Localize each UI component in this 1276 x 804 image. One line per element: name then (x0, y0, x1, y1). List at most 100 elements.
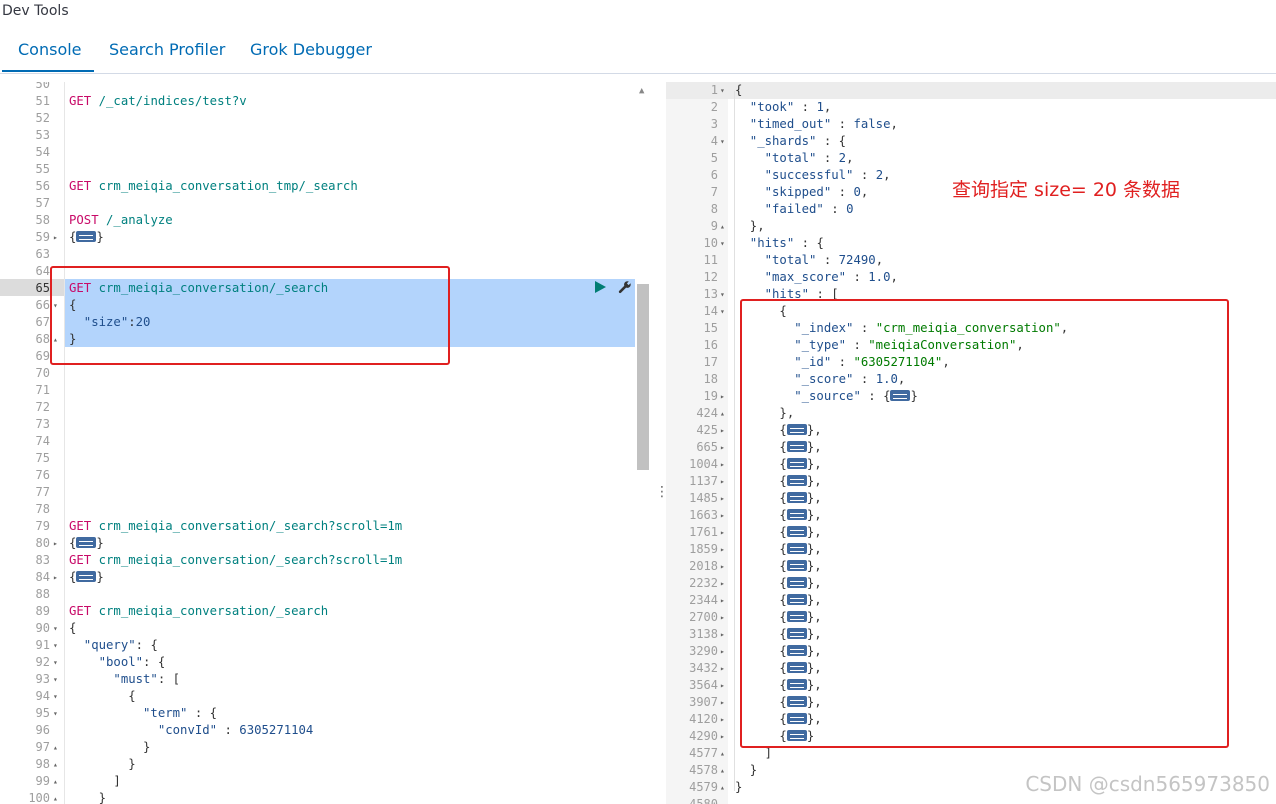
editor-line[interactable]: 93 ▾ "must": [ (0, 671, 652, 688)
editor-line[interactable]: 89 GET crm_meiqia_conversation/_search (0, 603, 652, 620)
fold-toggle-icon[interactable]: ▴ (720, 405, 725, 422)
response-line[interactable]: 8 "failed" : 0 (666, 201, 1276, 218)
response-line[interactable]: 9 ▴ }, (666, 218, 1276, 235)
fold-toggle-icon[interactable]: ▾ (720, 133, 725, 150)
fold-toggle-icon[interactable]: ▾ (53, 637, 58, 654)
editor-line[interactable]: 58 POST /_analyze (0, 212, 652, 229)
fold-toggle-icon[interactable]: ▸ (720, 728, 725, 745)
fold-toggle-icon[interactable]: ▸ (720, 422, 725, 439)
editor-line[interactable]: 77 (0, 484, 652, 501)
fold-toggle-icon[interactable]: ▾ (720, 286, 725, 303)
editor-line[interactable]: 57 (0, 195, 652, 212)
fold-toggle-icon[interactable]: ▸ (720, 490, 725, 507)
response-line[interactable]: 4580 (666, 796, 1276, 804)
fold-toggle-icon[interactable]: ▾ (53, 620, 58, 637)
response-line[interactable]: 11 "total" : 72490, (666, 252, 1276, 269)
fold-toggle-icon[interactable]: ▸ (53, 229, 58, 246)
code-token: { (69, 621, 77, 635)
fold-toggle-icon[interactable]: ▴ (720, 779, 725, 796)
editor-line[interactable]: 94 ▾ { (0, 688, 652, 705)
fold-toggle-icon[interactable]: ▸ (720, 388, 725, 405)
fold-toggle-icon[interactable]: ▾ (720, 82, 725, 99)
response-line[interactable]: 2 "took" : 1, (666, 99, 1276, 116)
fold-toggle-icon[interactable]: ▸ (720, 711, 725, 728)
response-line[interactable]: 12 "max_score" : 1.0, (666, 269, 1276, 286)
fold-toggle-icon[interactable]: ▸ (53, 569, 58, 586)
editor-line[interactable]: 51 GET /_cat/indices/test?v (0, 93, 652, 110)
tab-console[interactable]: Console (18, 40, 82, 59)
editor-line[interactable]: 70 (0, 365, 652, 382)
response-line[interactable]: 3 "timed_out" : false, (666, 116, 1276, 133)
fold-toggle-icon[interactable]: ▸ (720, 694, 725, 711)
fold-toggle-icon[interactable]: ▸ (720, 558, 725, 575)
editor-line[interactable]: 83 GET crm_meiqia_conversation/_search?sc… (0, 552, 652, 569)
editor-line[interactable]: 75 (0, 450, 652, 467)
editor-line[interactable]: 72 (0, 399, 652, 416)
fold-toggle-icon[interactable]: ▸ (720, 507, 725, 524)
code-token: { (69, 689, 136, 703)
response-line[interactable]: 5 "total" : 2, (666, 150, 1276, 167)
fold-toggle-icon[interactable]: ▸ (720, 626, 725, 643)
fold-toggle-icon[interactable]: ▸ (720, 524, 725, 541)
fold-toggle-icon[interactable]: ▸ (720, 541, 725, 558)
fold-toggle-icon[interactable]: ▸ (720, 677, 725, 694)
fold-toggle-icon[interactable]: ▾ (720, 303, 725, 320)
editor-line[interactable]: 98 ▴ } (0, 756, 652, 773)
editor-line[interactable]: 97 ▴ } (0, 739, 652, 756)
request-editor[interactable]: ▲ 50 51 GET /_cat/indices/test?v 52 53 54 55 56… (0, 82, 652, 804)
fold-toggle-icon[interactable]: ▸ (720, 609, 725, 626)
editor-line[interactable]: 74 (0, 433, 652, 450)
editor-line[interactable]: 96 "convId" : 6305271104 (0, 722, 652, 739)
response-line[interactable]: 1 ▾ { (666, 82, 1276, 99)
editor-line[interactable]: 84 ▸ {} (0, 569, 652, 586)
fold-toggle-icon[interactable]: ▾ (53, 688, 58, 705)
fold-toggle-icon[interactable]: ▸ (720, 575, 725, 592)
fold-toggle-icon[interactable]: ▴ (720, 745, 725, 762)
editor-line[interactable]: 56 GET crm_meiqia_conversation_tmp/_searc… (0, 178, 652, 195)
response-line[interactable]: 4 ▾ "_shards" : { (666, 133, 1276, 150)
editor-line[interactable]: 71 (0, 382, 652, 399)
response-line[interactable]: 10 ▾ "hits" : { (666, 235, 1276, 252)
collapsed-block-icon[interactable] (76, 571, 97, 582)
editor-line[interactable]: 52 (0, 110, 652, 127)
fold-toggle-icon[interactable]: ▴ (720, 218, 725, 235)
editor-line[interactable]: 63 (0, 246, 652, 263)
fold-toggle-icon[interactable]: ▴ (53, 739, 58, 756)
fold-toggle-icon[interactable]: ▴ (53, 773, 58, 790)
fold-toggle-icon[interactable]: ▴ (720, 762, 725, 779)
editor-line[interactable]: 95 ▾ "term" : { (0, 705, 652, 722)
editor-line[interactable]: 80 ▸ {} (0, 535, 652, 552)
editor-line[interactable]: 54 (0, 144, 652, 161)
editor-line[interactable]: 53 (0, 127, 652, 144)
fold-toggle-icon[interactable]: ▸ (720, 473, 725, 490)
editor-line[interactable]: 78 (0, 501, 652, 518)
editor-line[interactable]: 90 ▾ { (0, 620, 652, 637)
fold-toggle-icon[interactable]: ▸ (720, 592, 725, 609)
editor-line[interactable]: 59 ▸ {} (0, 229, 652, 246)
editor-line[interactable]: 88 (0, 586, 652, 603)
collapsed-block-icon[interactable] (76, 231, 97, 242)
fold-toggle-icon[interactable]: ▸ (720, 456, 725, 473)
fold-toggle-icon[interactable]: ▾ (53, 671, 58, 688)
tab-grok-debugger[interactable]: Grok Debugger (250, 40, 372, 59)
fold-toggle-icon[interactable]: ▴ (53, 756, 58, 773)
editor-line[interactable]: 79 GET crm_meiqia_conversation/_search?sc… (0, 518, 652, 535)
editor-line[interactable]: 73 (0, 416, 652, 433)
editor-line[interactable]: 100 ▴ } (0, 790, 652, 804)
editor-line[interactable]: 50 (0, 82, 652, 93)
editor-line[interactable]: 76 (0, 467, 652, 484)
editor-line[interactable]: 99 ▴ ] (0, 773, 652, 790)
fold-toggle-icon[interactable]: ▸ (720, 660, 725, 677)
editor-line[interactable]: 91 ▾ "query": { (0, 637, 652, 654)
tab-search-profiler[interactable]: Search Profiler (109, 40, 225, 59)
fold-toggle-icon[interactable]: ▾ (720, 235, 725, 252)
fold-toggle-icon[interactable]: ▾ (53, 654, 58, 671)
editor-line[interactable]: 92 ▾ "bool": { (0, 654, 652, 671)
fold-toggle-icon[interactable]: ▸ (720, 643, 725, 660)
fold-toggle-icon[interactable]: ▸ (53, 535, 58, 552)
fold-toggle-icon[interactable]: ▴ (53, 790, 58, 804)
collapsed-block-icon[interactable] (76, 537, 97, 548)
fold-toggle-icon[interactable]: ▸ (720, 439, 725, 456)
editor-line[interactable]: 55 (0, 161, 652, 178)
fold-toggle-icon[interactable]: ▾ (53, 705, 58, 722)
